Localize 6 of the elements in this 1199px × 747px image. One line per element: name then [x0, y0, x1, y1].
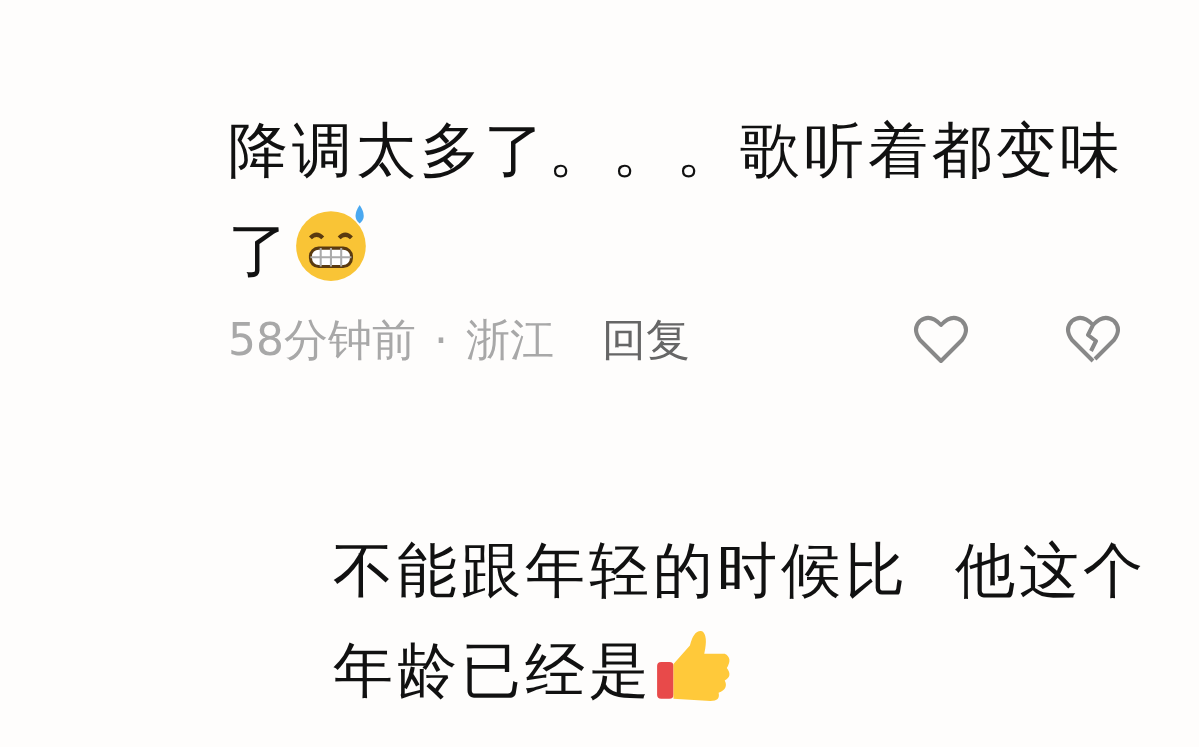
comment-location: 浙江	[466, 312, 554, 367]
comment-time: 58分钟前	[228, 312, 416, 367]
reply-text: 不能跟年轻的时候比 他这个年龄已经是	[333, 534, 1149, 707]
reply-link[interactable]: 回复	[602, 310, 690, 370]
separator-dot: ·	[434, 314, 448, 366]
comment-text: 降调太多了。。。歌听着都变味了	[228, 114, 1125, 287]
